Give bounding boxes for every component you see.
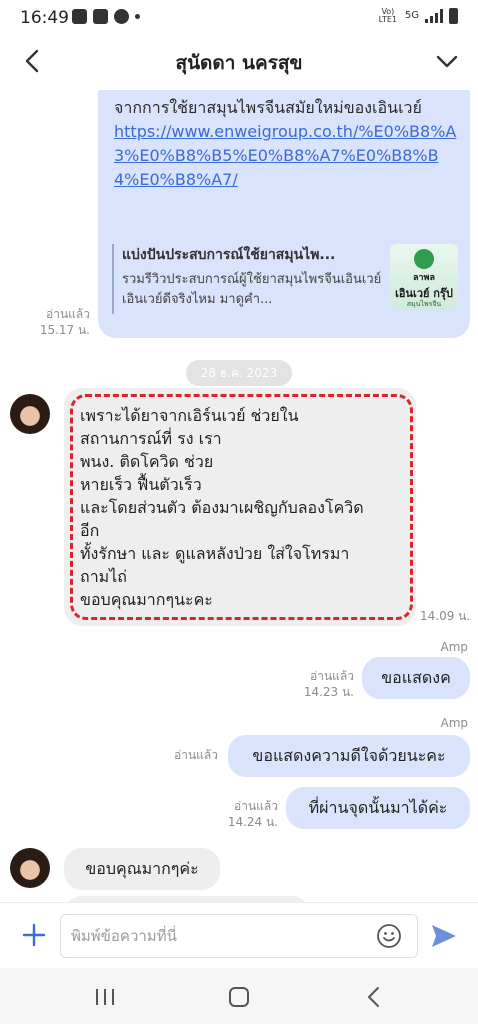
read-receipt: อ่านแล้ว <box>46 307 90 321</box>
read-receipt: อ่านแล้ว <box>310 669 354 683</box>
preview-description: รวมรีวิวประสบการณ์ผู้ใช้ยาสมุนไพรจีนเอิน… <box>122 272 382 307</box>
message-line: และโดยส่วนตัว ต้องมาเผชิญกับลองโควิด <box>80 498 364 517</box>
link-message-bubble[interactable]: จากการใช้ยาสมุนไพรจีนสมัยใหม่ของเอินเวย์… <box>98 90 470 338</box>
notification-icons <box>72 9 140 24</box>
message-line: พนง. ติดโควิด ช่วย <box>80 452 214 471</box>
message-line: เพราะได้ยาจากเอิร์นเวย์ ช่วยใน <box>80 406 299 425</box>
recycle-icon <box>114 9 129 24</box>
gallery-icon <box>93 9 108 24</box>
date-separator: 28 ธ.ค. 2023 <box>186 360 292 386</box>
chat-messages[interactable]: จากการใช้ยาสมุนไพรจีนสมัยใหม่ของเอินเวย์… <box>0 90 478 902</box>
status-time: 16:49 <box>20 8 69 28</box>
chevron-down-icon[interactable] <box>434 48 460 74</box>
message-input[interactable] <box>60 914 418 958</box>
home-icon[interactable] <box>228 986 250 1008</box>
thumb-tagline: สมุนไพรจีน สร้างสรรค์ <box>406 300 442 308</box>
plus-icon[interactable] <box>22 923 46 947</box>
message-line: หายเร็ว ฟื้นตัวเร็ว <box>80 475 202 494</box>
message-link[interactable]: https://www.enweigroup.co.th/%E0%B8%A3%E… <box>114 122 456 189</box>
chat-header: สุนัดดา นครสุข <box>0 34 478 90</box>
message-time: 14.09 น. <box>420 609 471 623</box>
read-receipt: อ่านแล้ว <box>174 748 218 762</box>
message-input-bar <box>0 902 478 968</box>
outgoing-meta: อ่านแล้ว 14.24 น. <box>204 798 278 830</box>
message-time: 15.17 น. <box>39 323 90 337</box>
outgoing-message-bubble[interactable]: ขอแสดงความดีใจด้วยนะคะ <box>228 735 470 777</box>
sender-name: Amp <box>440 640 468 654</box>
outgoing-message-bubble[interactable]: ขอแสดงค <box>362 657 470 699</box>
battery-icon <box>449 8 458 24</box>
link-message-text: จากการใช้ยาสมุนไพรจีนสมัยใหม่ของเอินเวย์… <box>114 96 458 192</box>
message-line: อีก <box>80 521 100 540</box>
signal-icon <box>425 9 443 23</box>
send-icon[interactable] <box>430 923 458 949</box>
incoming-message-bubble[interactable]: ขอบคุณมากๆค่ะ <box>64 848 220 890</box>
read-receipt: อ่านแล้ว <box>234 799 278 813</box>
link-preview-card[interactable]: แบ่งปันประสบการณ์ใช้ยาสมุนไพ... รวมรีวิว… <box>112 244 458 314</box>
incoming-long-text: เพราะได้ยาจากเอิร์นเวย์ ช่วยใน สถานการณ์… <box>80 404 408 611</box>
emoji-icon[interactable] <box>376 923 402 949</box>
sender-name: Amp <box>440 716 468 730</box>
message-line: ทั้งรักษา และ ดูแลหลังป่วย ใส่ใจโทรมา <box>80 544 350 563</box>
link-message-meta: อ่านแล้ว 15.17 น. <box>20 306 90 338</box>
shield-icon <box>72 9 87 24</box>
message-line: สถานการณ์ที่ รง เรา <box>80 429 222 448</box>
volte-label: Vo) LTE1 <box>378 7 398 24</box>
message-line: ขอบคุณมากๆนะคะ <box>80 590 213 609</box>
message-time: 14.23 น. <box>303 685 354 699</box>
system-back-icon[interactable] <box>364 986 384 1008</box>
system-icons: Vo) LTE1 5G <box>377 8 458 24</box>
message-text: จากการใช้ยาสมุนไพรจีนสมัยใหม่ของเอินเวย์ <box>114 98 422 117</box>
message-line: ถามไถ่ <box>80 567 127 586</box>
preview-title: แบ่งปันประสบการณ์ใช้ยาสมุนไพ... <box>122 247 336 263</box>
system-nav-bar <box>0 968 478 1024</box>
status-bar: 16:49 Vo) LTE1 5G <box>0 0 478 34</box>
preview-thumbnail: ลาพล เอินเวย์ กรุ๊ป สมุนไพรจีน สร้างสรรค… <box>390 244 458 310</box>
contact-avatar[interactable] <box>10 848 50 888</box>
network-type-label: 5G <box>404 10 419 21</box>
outgoing-meta: อ่านแล้ว 14.23 น. <box>280 668 354 700</box>
recent-apps-icon[interactable] <box>94 988 116 1006</box>
outgoing-message-bubble[interactable]: ที่ผ่านจุดนั้นมาได้ค่ะ <box>286 787 470 829</box>
contact-name: สุนัดดา นครสุข <box>175 52 303 74</box>
contact-avatar[interactable] <box>10 394 50 434</box>
more-dot-icon <box>135 14 140 19</box>
enwei-logo-icon <box>414 249 434 269</box>
thumb-brand: ลาพล <box>412 273 436 283</box>
message-time: 14.24 น. <box>227 815 278 829</box>
